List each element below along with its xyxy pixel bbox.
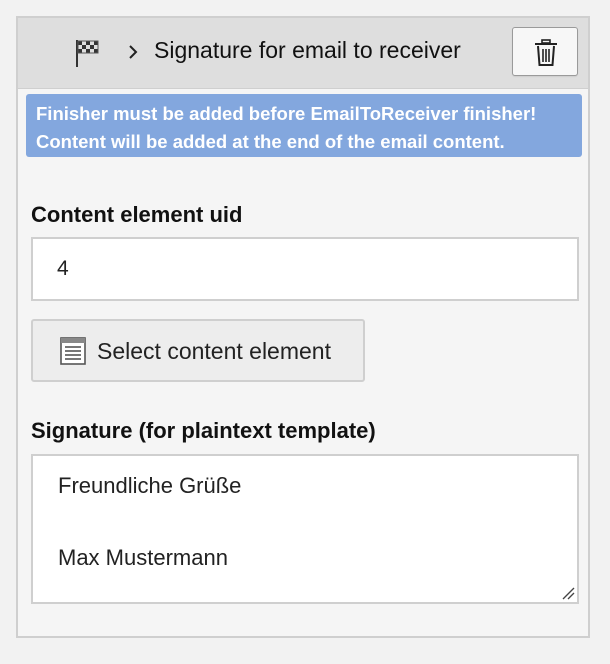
signature-line-1: Freundliche Grüße (58, 473, 242, 498)
select-content-element-label: Select content element (97, 338, 331, 364)
signature-line-2: Max Mustermann (58, 545, 228, 570)
info-notice: Finisher must be added before EmailToRec… (26, 94, 582, 157)
notice-line-1: Finisher must be added before EmailToRec… (36, 103, 537, 124)
finisher-panel: Signature for email to receiver Finisher… (16, 16, 590, 638)
finisher-title: Signature for email to receiver (154, 37, 461, 63)
delete-finisher-button[interactable] (512, 27, 578, 76)
document-icon (60, 337, 86, 365)
content-element-uid-input[interactable] (31, 237, 579, 301)
trash-icon (535, 39, 557, 66)
select-content-element-button[interactable]: Select content element (31, 319, 365, 382)
notice-line-2: Content will be added at the end of the … (36, 131, 505, 152)
checkered-flag-icon (76, 40, 99, 67)
signature-textarea[interactable]: Freundliche Grüße Max Mustermann (31, 454, 579, 604)
chevron-right-icon[interactable] (126, 43, 140, 61)
signature-label: Signature (for plaintext template) (31, 418, 376, 443)
content-element-uid-label: Content element uid (31, 202, 243, 227)
panel-header[interactable]: Signature for email to receiver (18, 18, 588, 89)
resize-handle-icon[interactable] (561, 586, 575, 600)
